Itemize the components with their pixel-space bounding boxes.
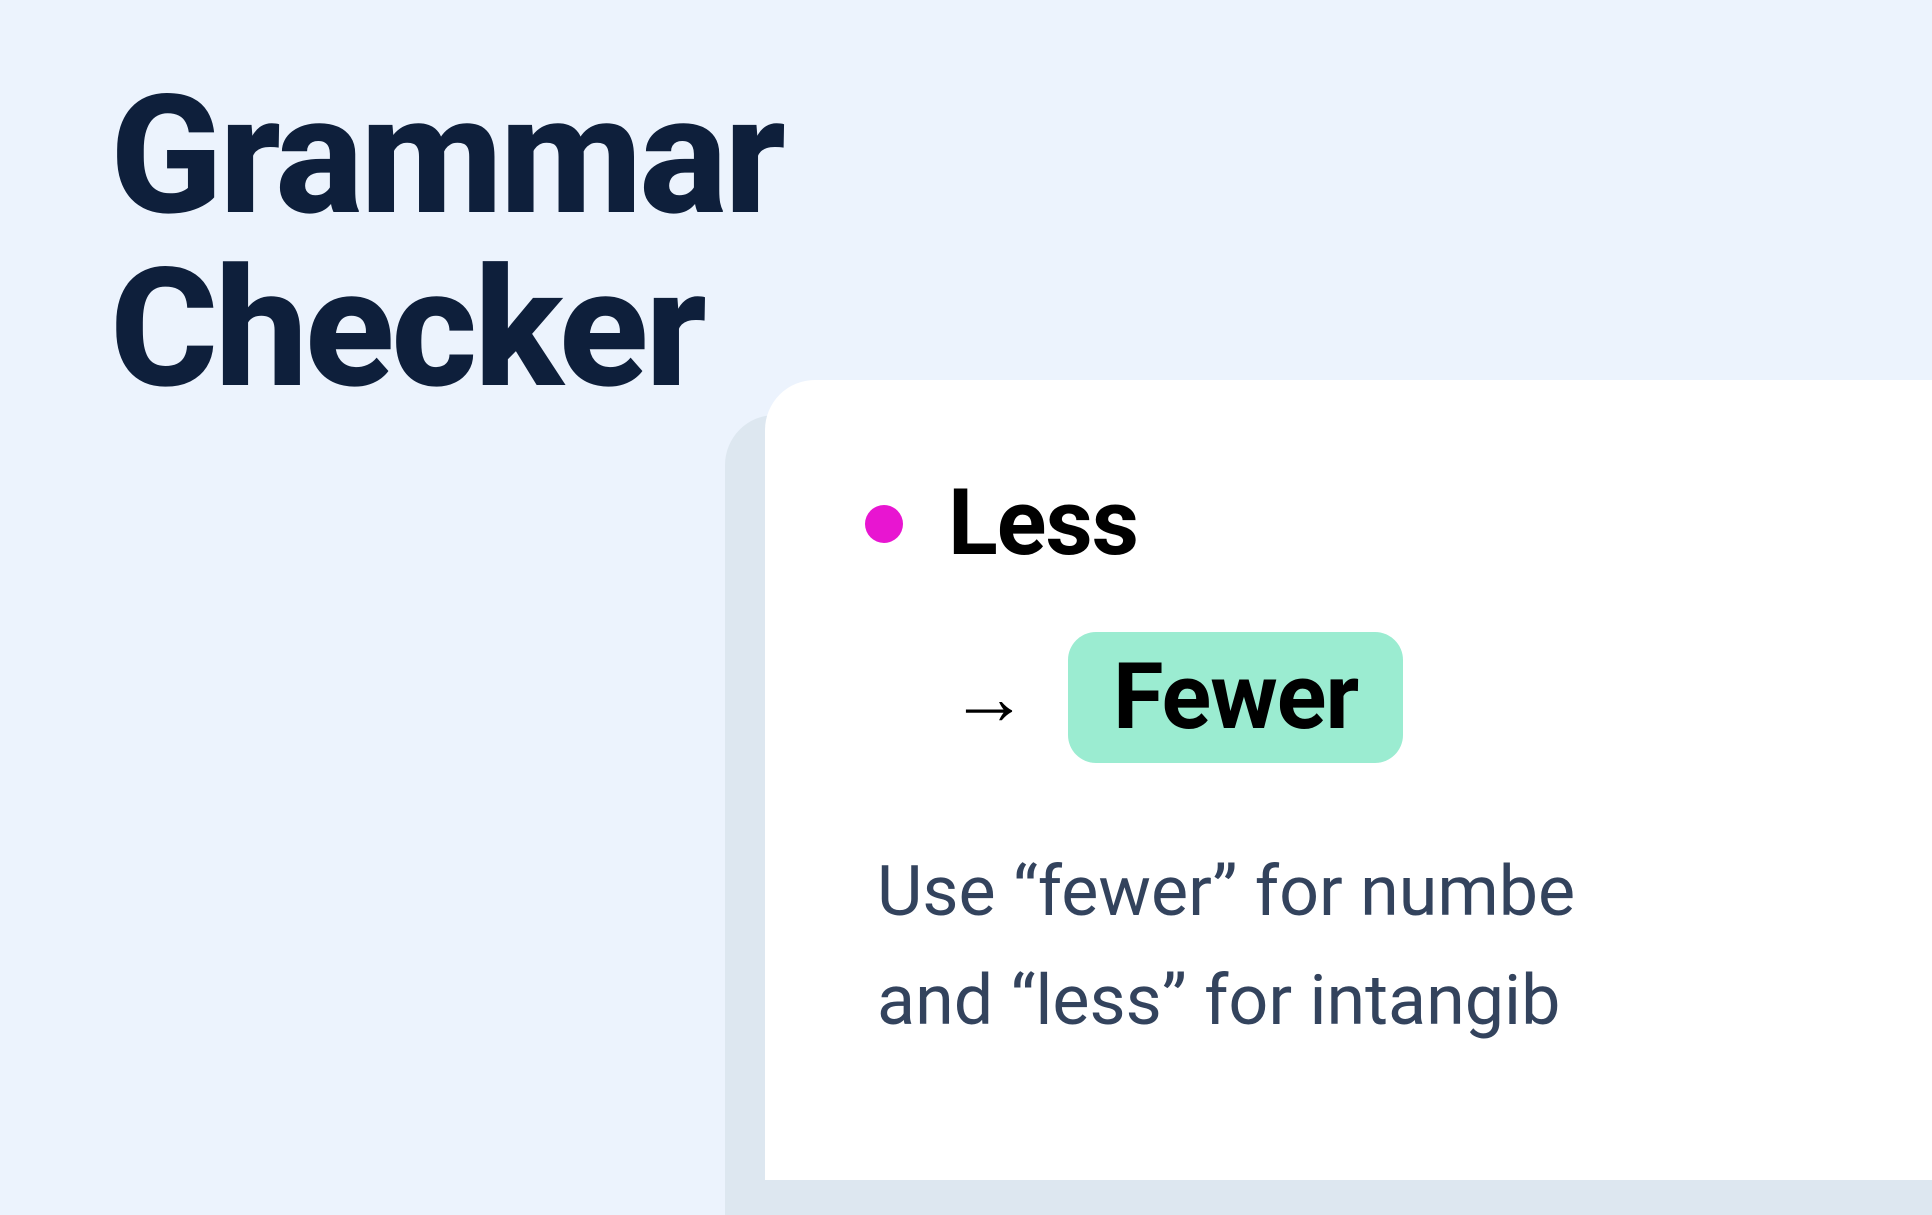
issue-dot-icon [865,505,903,543]
title-line-1: Grammar [110,60,783,253]
suggestion-card: Less → Fewer Use “fewer” for numbe and “… [765,380,1932,1180]
arrow-right-icon: → [950,652,1028,744]
title-line-2: Checker [110,233,704,426]
explanation-text: Use “fewer” for numbe and “less” for int… [877,838,1932,1055]
explanation-line-2: and “less” for intangib [877,960,1560,1042]
explanation-line-1: Use “fewer” for numbe [877,851,1575,933]
suggested-word-button[interactable]: Fewer [1068,632,1403,763]
suggestion-row: → Fewer [950,632,1932,763]
page-title: Grammar Checker [110,70,783,417]
original-word-row: Less [865,470,1932,577]
original-word: Less [948,470,1138,577]
